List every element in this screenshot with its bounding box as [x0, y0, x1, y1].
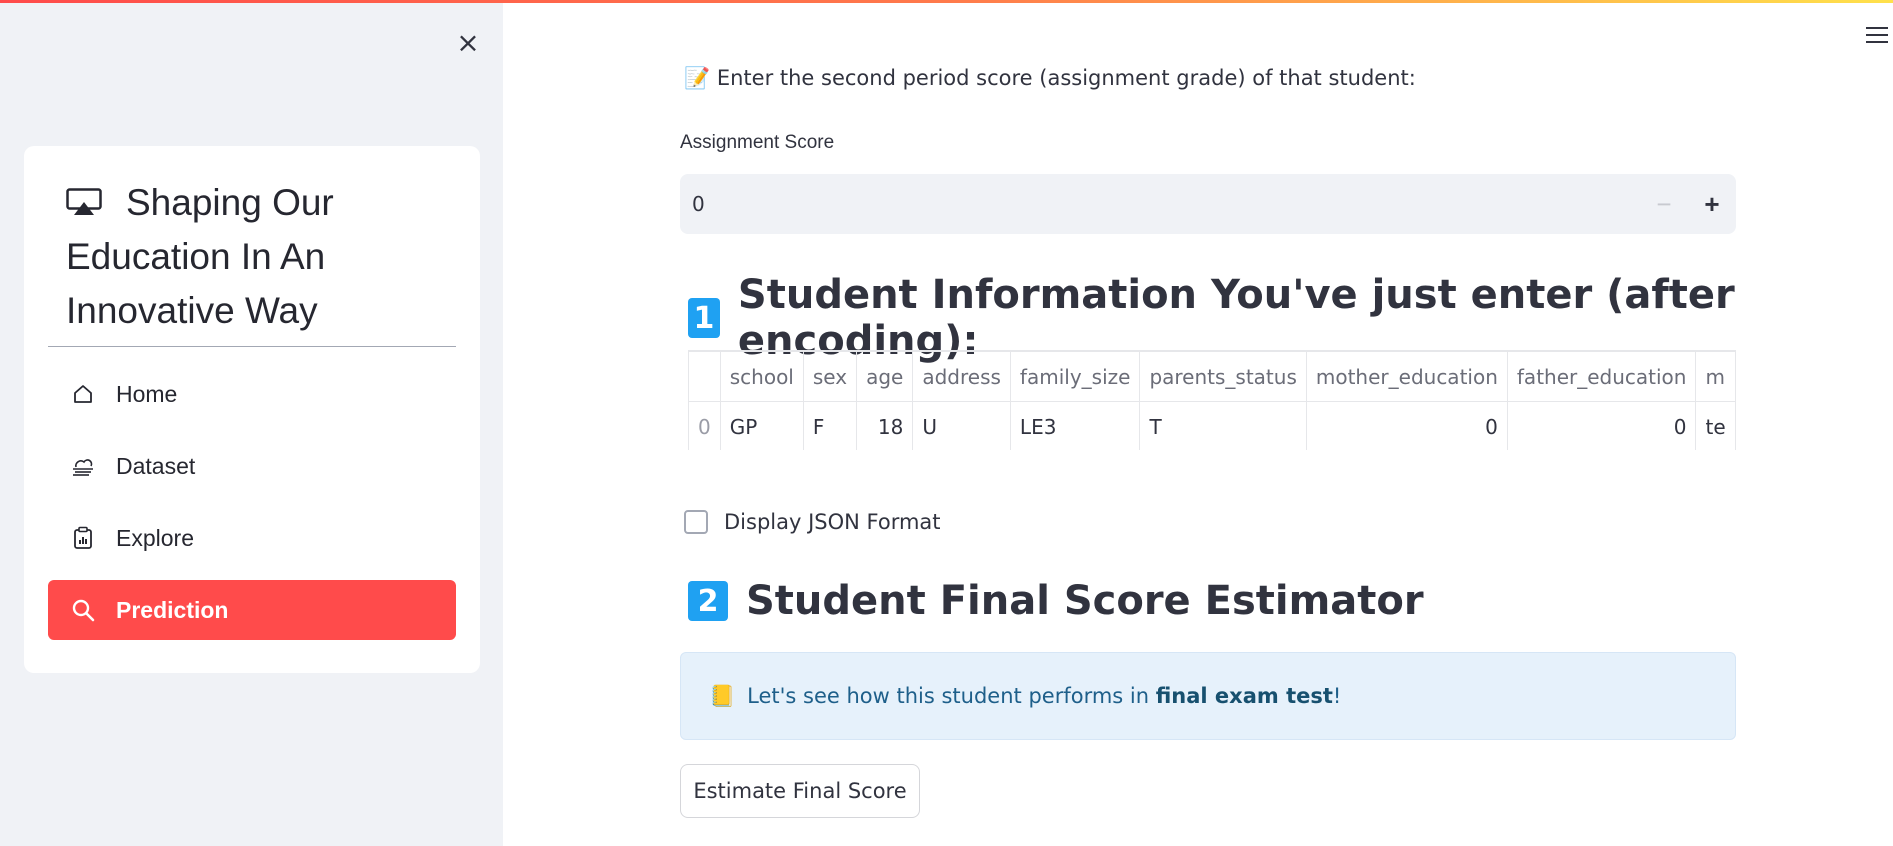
sidebar-item-explore[interactable]: Explore — [48, 508, 456, 568]
sidebar-item-label: Prediction — [116, 596, 229, 623]
cloud-haze-icon — [70, 453, 96, 479]
table-cell: te — [1695, 401, 1736, 450]
main-menu-button[interactable] — [1866, 22, 1892, 52]
menu-title: Shaping Our Education In An Innovative W… — [66, 182, 334, 331]
column-header[interactable]: school — [719, 351, 804, 402]
sidebar-item-prediction[interactable]: Prediction — [48, 580, 456, 640]
table-row: 0 GP F 18 U LE3 T 0 0 te — [688, 401, 1736, 450]
increment-button[interactable]: + — [1688, 174, 1736, 234]
info-alert: 📒 Let's see how this student performs in… — [680, 652, 1736, 740]
info-text: Let's see how this student performs in f… — [747, 684, 1342, 708]
number-two-badge: 2 — [688, 581, 728, 621]
assignment-score-value[interactable]: 0 — [680, 192, 1640, 216]
assignment-score-label: Assignment Score — [680, 132, 835, 153]
column-header[interactable]: sex — [802, 351, 858, 402]
table-cell: 0 — [1506, 401, 1697, 450]
column-header[interactable]: m — [1695, 351, 1736, 402]
sidebar-item-label: Explore — [116, 524, 194, 551]
menu-header: Shaping Our Education In An Innovative W… — [66, 176, 446, 338]
student-info-table[interactable]: school sex age address family_size paren… — [688, 350, 1736, 450]
section-title: Student Final Score Estimator — [746, 578, 1424, 624]
score-prompt: 📝 Enter the second period score (assignm… — [684, 66, 1416, 91]
sidebar: × Shaping Our Education In An Innovative… — [0, 3, 503, 846]
column-header — [688, 351, 721, 402]
estimate-final-score-button[interactable]: Estimate Final Score — [680, 764, 920, 818]
table-cell: U — [912, 401, 1011, 450]
table-cell: GP — [719, 401, 804, 450]
checkbox-label: Display JSON Format — [724, 510, 941, 534]
column-header[interactable]: mother_education — [1305, 351, 1508, 402]
sidebar-item-home[interactable]: Home — [48, 364, 456, 424]
hamburger-icon — [1866, 27, 1888, 29]
sidebar-item-label: Dataset — [116, 452, 196, 479]
sidebar-item-label: Home — [116, 380, 178, 407]
sidebar-item-dataset[interactable]: Dataset — [48, 436, 456, 496]
clipboard-data-icon — [70, 525, 96, 551]
table-cell: T — [1139, 401, 1307, 450]
notebook-icon: 📒 — [709, 683, 736, 708]
table-cell: 0 — [1305, 401, 1508, 450]
column-header[interactable]: address — [912, 351, 1011, 402]
assignment-score-input[interactable]: 0 − + — [680, 174, 1736, 234]
menu-divider — [48, 346, 456, 347]
table-cell: LE3 — [1009, 401, 1141, 450]
table-header-row: school sex age address family_size paren… — [688, 351, 1736, 402]
score-prompt-text: Enter the second period score (assignmen… — [716, 66, 1416, 90]
search-icon — [70, 597, 96, 623]
table-cell: 18 — [856, 401, 914, 450]
column-header[interactable]: family_size — [1009, 351, 1141, 402]
close-sidebar-button[interactable]: × — [450, 25, 486, 61]
column-header[interactable]: age — [856, 351, 914, 402]
column-header[interactable]: parents_status — [1139, 351, 1307, 402]
number-one-badge: 1 — [688, 298, 720, 338]
navigation-menu: Shaping Our Education In An Innovative W… — [24, 146, 480, 673]
house-icon — [70, 381, 96, 407]
column-header[interactable]: father_education — [1506, 351, 1697, 402]
section-score-estimator: 2 Student Final Score Estimator — [688, 578, 1424, 624]
json-checkbox[interactable] — [684, 510, 708, 534]
display-json-toggle[interactable]: Display JSON Format — [684, 510, 941, 534]
table-cell: 0 — [688, 401, 721, 450]
airplay-icon — [66, 188, 102, 216]
table-cell: F — [802, 401, 858, 450]
decrement-button[interactable]: − — [1640, 174, 1688, 234]
memo-icon: 📝 — [684, 66, 711, 90]
